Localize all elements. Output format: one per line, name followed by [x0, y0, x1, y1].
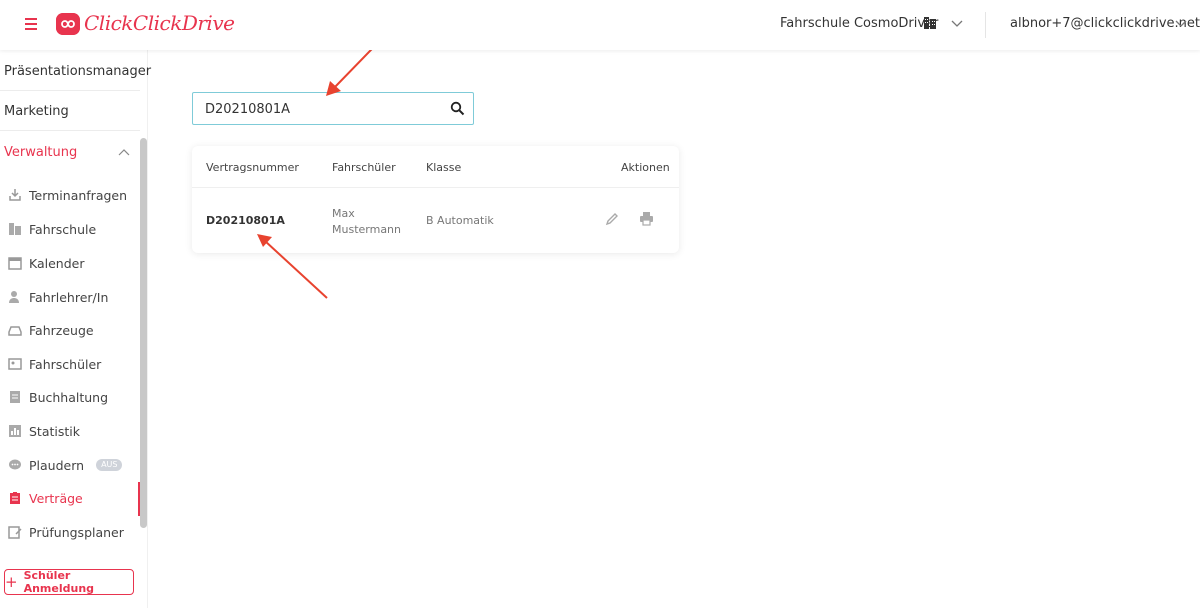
- instructor-icon: [9, 291, 19, 303]
- header-divider: [985, 12, 986, 38]
- search-input[interactable]: [205, 100, 435, 118]
- sidebar-item-kalender[interactable]: Kalender: [8, 253, 138, 273]
- print-icon[interactable]: [639, 211, 654, 226]
- sidebar-item-label: Fahrzeuge: [29, 322, 94, 338]
- status-badge: AUS: [96, 459, 123, 471]
- edit-pencil-icon[interactable]: [605, 212, 619, 226]
- column-header-class: Klasse: [426, 161, 462, 174]
- sidebar-item-label: Buchhaltung: [29, 389, 109, 405]
- student-name-cell: Max Mustermann: [332, 206, 412, 238]
- chevron-down-icon[interactable]: [1174, 16, 1188, 30]
- calendar-icon: [8, 257, 22, 270]
- building-icon: [9, 223, 21, 235]
- logo-text[interactable]: ClickClickDrive: [84, 11, 235, 35]
- building-icon: [924, 17, 936, 29]
- sidebar-item-fahrlehrer[interactable]: Fahrlehrer/In: [8, 287, 138, 307]
- table-divider: [192, 187, 679, 188]
- logo-infinity-icon: [56, 13, 80, 35]
- sidebar-item-fahrschule[interactable]: Fahrschule: [8, 219, 138, 239]
- sidebar-item-fahrzeuge[interactable]: Fahrzeuge: [8, 320, 138, 340]
- search-icon[interactable]: [450, 101, 465, 116]
- sidebar-item-plaudern[interactable]: Plaudern AUS: [8, 455, 138, 475]
- car-icon: [8, 326, 22, 336]
- sidebar-item-terminanfragen[interactable]: Terminanfragen: [8, 185, 138, 205]
- chevron-down-icon[interactable]: [950, 16, 964, 30]
- sidebar-item-label: Fahrschüler: [29, 356, 102, 372]
- sidebar-item-label: Kalender: [29, 255, 85, 271]
- column-header-contract-number: Vertragsnummer: [206, 161, 299, 174]
- bar-chart-icon: [9, 425, 21, 437]
- school-name[interactable]: Fahrschule CosmoDriver: [780, 16, 938, 31]
- sidebar-item-label: Terminanfragen: [29, 187, 128, 203]
- exam-planner-icon: [8, 526, 22, 539]
- sidebar: Präsentationsmanager Marketing Verwaltun…: [0, 50, 151, 608]
- student-registration-button[interactable]: + Schüler Anmeldung: [4, 569, 134, 595]
- student-registration-label: Schüler Anmeldung: [23, 569, 95, 595]
- sidebar-item-statistik[interactable]: Statistik: [8, 421, 138, 441]
- inbox-download-icon: [9, 189, 21, 201]
- ledger-icon: [10, 391, 20, 403]
- sidebar-item-presentations[interactable]: Präsentationsmanager: [4, 64, 151, 79]
- annotation-arrows: [257, 19, 401, 299]
- contract-number-cell: D20210801A: [206, 214, 285, 227]
- sidebar-item-label: Statistik: [29, 423, 80, 439]
- sidebar-item-fahrschueler[interactable]: Fahrschüler: [8, 354, 138, 374]
- sidebar-divider: [0, 130, 140, 131]
- sidebar-section-verwaltung[interactable]: Verwaltung: [4, 145, 77, 160]
- chat-icon: [9, 459, 21, 470]
- sidebar-item-buchhaltung[interactable]: Buchhaltung: [8, 387, 138, 407]
- student-last-name: Mustermann: [332, 223, 402, 236]
- sidebar-item-marketing[interactable]: Marketing: [4, 104, 69, 119]
- sidebar-scrollbar[interactable]: [140, 138, 147, 528]
- column-header-actions: Aktionen: [621, 161, 670, 174]
- sidebar-divider: [0, 90, 140, 91]
- student-card-icon: [8, 358, 22, 370]
- sidebar-item-label: Verträge: [29, 490, 83, 506]
- chevron-up-icon[interactable]: [118, 147, 130, 159]
- hamburger-menu-icon[interactable]: [25, 18, 37, 30]
- sidebar-item-vertraege[interactable]: Verträge: [8, 488, 138, 508]
- sidebar-item-label: Plaudern: [29, 457, 85, 473]
- contract-search-box[interactable]: [192, 92, 474, 125]
- clipboard-icon: [10, 492, 20, 504]
- sidebar-item-label: Fahrlehrer/In: [29, 289, 109, 305]
- column-header-student: Fahrschüler: [332, 161, 396, 174]
- student-first-name: Max: [332, 207, 355, 220]
- sidebar-item-pruefungsplaner[interactable]: Prüfungsplaner: [8, 522, 138, 542]
- class-cell: B Automatik: [426, 214, 494, 227]
- contracts-table: Vertragsnummer Fahrschüler Klasse Aktion…: [192, 146, 679, 253]
- plus-icon: +: [5, 573, 18, 591]
- sidebar-item-label: Prüfungsplaner: [29, 524, 124, 540]
- user-email[interactable]: albnor+7@clickclickdrive.net: [1010, 16, 1200, 31]
- top-header: ClickClickDrive Fahrschule CosmoDriver a…: [0, 0, 1200, 50]
- sidebar-item-label: Fahrschule: [29, 221, 97, 237]
